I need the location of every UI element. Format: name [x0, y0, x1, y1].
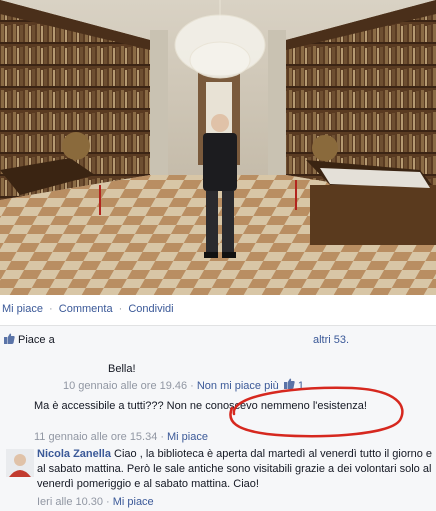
- comment-timestamp[interactable]: Ieri alle 10.30: [37, 496, 103, 508]
- library-photo: [0, 0, 436, 295]
- comment-link[interactable]: Commenta: [59, 303, 113, 315]
- comment-meta: Ieri alle 10.30 · Mi piace: [37, 496, 154, 508]
- avatar[interactable]: [6, 449, 34, 477]
- comment-author[interactable]: Nicola Zanella: [37, 448, 111, 460]
- comments-section: Bella! 10 gennaio alle ore 19.46 · Non mi …: [0, 354, 436, 511]
- thumbs-up-icon: [283, 378, 295, 394]
- post-photo[interactable]: [0, 0, 436, 295]
- comment-meta: 10 gennaio alle ore 19.46 · Non mi piace p…: [63, 378, 304, 394]
- comment-text: Ma è accessibile a tutti??? Non ne conos…: [34, 400, 367, 412]
- comment-body: Nicola Zanella Ciao , la biblioteca è ap…: [37, 447, 432, 492]
- comment-timestamp[interactable]: 11 gennaio alle ore 15.34: [34, 431, 157, 443]
- comment-like-link[interactable]: Mi piace: [113, 496, 154, 508]
- comment-meta: 11 gennaio alle ore 15.34 · Mi piace: [34, 431, 208, 443]
- comment-like-link[interactable]: Mi piace: [167, 431, 208, 443]
- like-link[interactable]: Mi piace: [2, 303, 43, 315]
- thumbs-up-icon: [4, 333, 15, 347]
- share-link[interactable]: Condividi: [128, 303, 173, 315]
- post-actions: Mi piace · Commenta · Condividi: [2, 303, 174, 315]
- comment-timestamp[interactable]: 10 gennaio alle ore 19.46: [63, 380, 187, 392]
- likes-summary: Piace a altri 53.: [0, 325, 436, 355]
- unlike-link[interactable]: Non mi piace più: [197, 380, 279, 392]
- comment-like-count[interactable]: 1: [298, 380, 304, 392]
- likes-label: Piace a: [18, 334, 55, 346]
- comment-text: Bella!: [108, 363, 136, 375]
- separator: ·: [118, 303, 123, 315]
- separator: ·: [49, 303, 53, 315]
- others-count-link[interactable]: altri 53.: [313, 334, 349, 346]
